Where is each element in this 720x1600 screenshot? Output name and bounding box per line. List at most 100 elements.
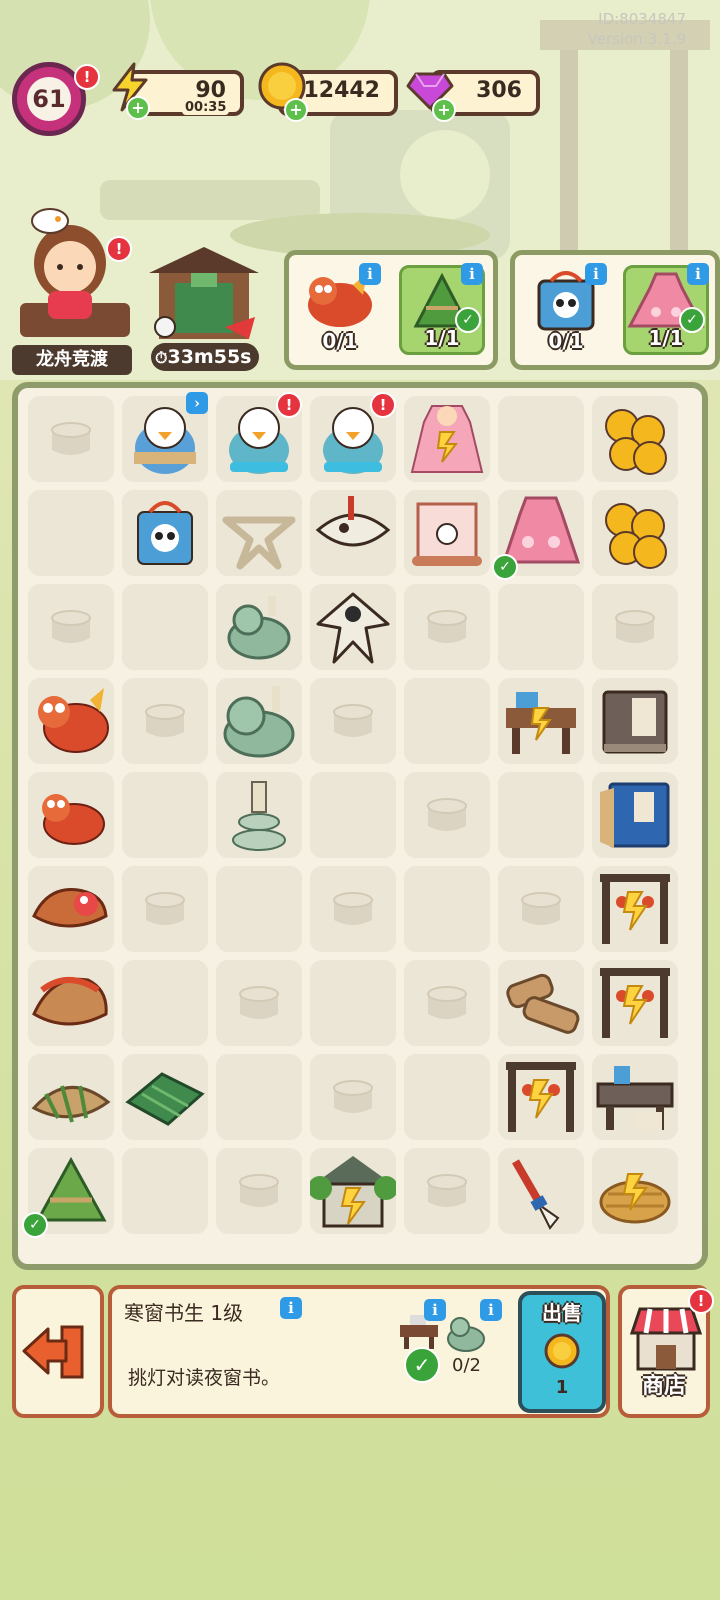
board-item-dragon-figure[interactable]: [28, 678, 114, 764]
board-item-dragon-figure-small[interactable]: [28, 772, 114, 858]
info-icon[interactable]: i: [359, 263, 381, 285]
board-item-locked-pink-dress[interactable]: [404, 396, 490, 482]
event-character-button[interactable]: 龙舟竞渡: [10, 205, 136, 375]
dragon-figure-small-icon: [42, 794, 105, 845]
board-cell[interactable]: [404, 1148, 490, 1234]
board-cell[interactable]: [498, 584, 584, 670]
board-item-painting-scroll[interactable]: [404, 490, 490, 576]
board-cell[interactable]: [216, 1054, 302, 1140]
order-card-2[interactable]: 0/1 i 1/1 i ✓: [510, 250, 720, 370]
board-item-locked-lantern-rack[interactable]: [498, 1054, 584, 1140]
board-item-dragon-boat-woven[interactable]: [28, 960, 114, 1046]
board-cell[interactable]: [404, 678, 490, 764]
order-card-1[interactable]: 0/1 i 1/1 i ✓: [284, 250, 498, 370]
board-item-panda-bag[interactable]: [122, 490, 208, 576]
painting-scroll-icon: [412, 502, 482, 566]
board-cell[interactable]: [122, 960, 208, 1046]
board-item-study-desk[interactable]: [592, 1054, 678, 1140]
board-item-coin-stack[interactable]: [592, 396, 678, 482]
board-item-dragon-boat-head[interactable]: [28, 866, 114, 952]
board-cell[interactable]: [122, 678, 208, 764]
board-cell[interactable]: [498, 772, 584, 858]
board-item-jade-candle[interactable]: [216, 772, 302, 858]
info-icon[interactable]: i: [461, 263, 483, 285]
board-cell[interactable]: [216, 866, 302, 952]
board-cell[interactable]: [310, 866, 396, 952]
board-cell[interactable]: [122, 866, 208, 952]
board-cell[interactable]: [404, 584, 490, 670]
item-info-icon[interactable]: i: [280, 1297, 302, 1319]
board-item-reed-bundle[interactable]: [28, 1054, 114, 1140]
board-item-locked-study-desk[interactable]: [498, 678, 584, 764]
requirement-count: 0/2: [452, 1355, 481, 1376]
board-item-calligraphy-brush[interactable]: [498, 1148, 584, 1234]
board-item-spring-autumn-book[interactable]: [592, 678, 678, 764]
board-cell[interactable]: [404, 772, 490, 858]
complete-check-icon: ✓: [492, 554, 518, 580]
energy-timer: 00:35: [182, 100, 230, 115]
board-item-locked-hay-bundle[interactable]: [592, 1148, 678, 1234]
jade-lion-small-icon: [227, 596, 291, 660]
sell-button[interactable]: 出售 1: [518, 1291, 606, 1413]
board-cell[interactable]: [592, 584, 678, 670]
info-icon[interactable]: i: [480, 1299, 502, 1321]
study-desk-icon: [596, 1066, 674, 1130]
board-item-swallow-kite[interactable]: [310, 584, 396, 670]
board-cell[interactable]: [310, 772, 396, 858]
board-item-jade-lion-small[interactable]: [216, 584, 302, 670]
locked-hay-bundle-icon: [599, 1173, 671, 1224]
board-cell[interactable]: [216, 960, 302, 1046]
dragon-figure-icon: [38, 688, 109, 753]
locked-lantern-rack-icon: [600, 968, 670, 1038]
info-icon[interactable]: i: [424, 1299, 446, 1321]
poetry-book-icon: [600, 782, 670, 848]
bamboo-leaves-icon: [125, 1072, 205, 1126]
board-cell[interactable]: [122, 772, 208, 858]
board-item-locked-pavilion[interactable]: [310, 1148, 396, 1234]
board-cell[interactable]: [404, 1054, 490, 1140]
board-item-jade-lion[interactable]: [216, 678, 302, 764]
level-alert-icon: !: [74, 64, 100, 90]
board-cell[interactable]: [404, 960, 490, 1046]
board-item-poetry-book[interactable]: [592, 772, 678, 858]
board-cell[interactable]: [28, 490, 114, 576]
board-item-bamboo-slips[interactable]: [498, 960, 584, 1046]
stump-icon: [145, 892, 185, 925]
bamboo-slips-icon: [506, 973, 580, 1034]
info-icon[interactable]: i: [585, 263, 607, 285]
exit-button[interactable]: [12, 1285, 104, 1418]
board-cell[interactable]: [310, 960, 396, 1046]
board-cell[interactable]: [122, 1148, 208, 1234]
event-shop-button[interactable]: ⏱33m55s: [145, 243, 263, 373]
board-cell[interactable]: [28, 584, 114, 670]
board-item-locked-lantern-rack[interactable]: [592, 866, 678, 952]
board-item-bamboo-leaves[interactable]: [122, 1054, 208, 1140]
locked-study-desk-icon: [506, 692, 576, 754]
board-item-fish-kite-sketch[interactable]: [310, 490, 396, 576]
board-item-fish-kite-frame[interactable]: [216, 490, 302, 576]
board-cell[interactable]: [216, 1148, 302, 1234]
order-count: 0/1: [548, 329, 584, 353]
spring-autumn-book-icon: [602, 690, 668, 754]
board-cell[interactable]: [310, 1054, 396, 1140]
board-item-locked-lantern-rack[interactable]: [592, 960, 678, 1046]
coin-stack-icon: [605, 409, 667, 475]
board-cell[interactable]: [122, 584, 208, 670]
add-gems-button[interactable]: +: [432, 98, 456, 122]
board-cell[interactable]: [310, 678, 396, 764]
board-cell[interactable]: [404, 866, 490, 952]
fish-kite-frame-icon: [222, 516, 296, 570]
timer-badge-icon: ›: [186, 392, 208, 414]
add-energy-button[interactable]: +: [126, 96, 150, 120]
merge-board[interactable]: !! ✓ ✓ ›: [12, 382, 708, 1270]
info-icon[interactable]: i: [687, 263, 709, 285]
stump-icon: [333, 892, 373, 925]
event-shop-timer: ⏱33m55s: [151, 343, 260, 371]
board-cell[interactable]: [28, 396, 114, 482]
board-item-coin-stack[interactable]: [592, 490, 678, 576]
stump-icon: [333, 704, 373, 737]
add-coins-button[interactable]: +: [284, 98, 308, 122]
stump-icon: [239, 1174, 279, 1207]
board-cell[interactable]: [498, 396, 584, 482]
board-cell[interactable]: [498, 866, 584, 952]
